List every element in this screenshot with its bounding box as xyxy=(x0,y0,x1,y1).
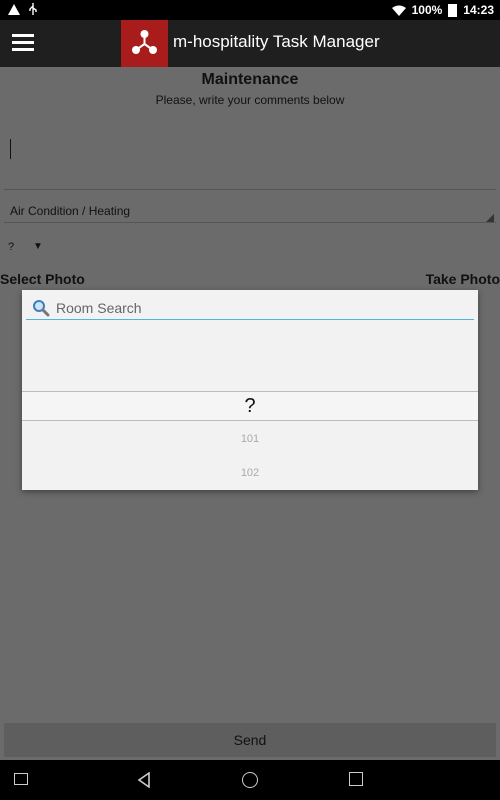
send-button[interactable]: Send xyxy=(4,723,496,757)
category-select-value[interactable]: Air Condition / Heating xyxy=(10,204,130,218)
caret-down-icon[interactable]: ▼ xyxy=(33,241,43,252)
app-logo xyxy=(121,20,168,67)
warning-icon xyxy=(8,3,20,15)
room-picker-item[interactable]: 101 xyxy=(22,433,478,445)
room-picker-selected[interactable]: ? xyxy=(22,391,478,421)
dropdown-corner-icon xyxy=(486,214,494,222)
overview-icon[interactable] xyxy=(349,772,363,786)
page-subtitle: Please, write your comments below xyxy=(155,93,345,107)
usb-icon xyxy=(29,3,37,15)
wifi-icon xyxy=(391,5,406,16)
page-title: Maintenance xyxy=(201,71,299,88)
battery-icon xyxy=(448,3,458,17)
clock: 14:23 xyxy=(463,3,494,17)
room-picker-item[interactable]: 102 xyxy=(22,467,478,477)
app-bar: m-hospitality Task Manager xyxy=(0,20,500,67)
window-icon[interactable] xyxy=(14,773,28,785)
category-select-underline xyxy=(4,222,496,223)
comment-input[interactable] xyxy=(4,119,496,190)
take-photo-button[interactable]: Take Photo xyxy=(426,271,500,287)
status-bar: 100% 14:23 xyxy=(0,0,500,20)
room-select-value[interactable]: ? xyxy=(8,241,14,253)
app-title: m-hospitality Task Manager xyxy=(173,32,380,51)
home-icon[interactable] xyxy=(242,772,258,788)
room-picker-dialog: ? 101 102 xyxy=(22,290,478,490)
room-search-field[interactable] xyxy=(26,295,474,321)
search-icon xyxy=(33,300,50,317)
navigation-bar xyxy=(0,760,500,800)
room-search-input[interactable] xyxy=(54,295,468,321)
battery-percent: 100% xyxy=(411,3,443,17)
back-icon[interactable] xyxy=(137,772,151,788)
text-cursor xyxy=(10,139,11,159)
room-picker-selected-value: ? xyxy=(244,395,256,417)
select-photo-button[interactable]: Select Photo xyxy=(0,271,85,287)
menu-icon[interactable] xyxy=(12,34,34,52)
